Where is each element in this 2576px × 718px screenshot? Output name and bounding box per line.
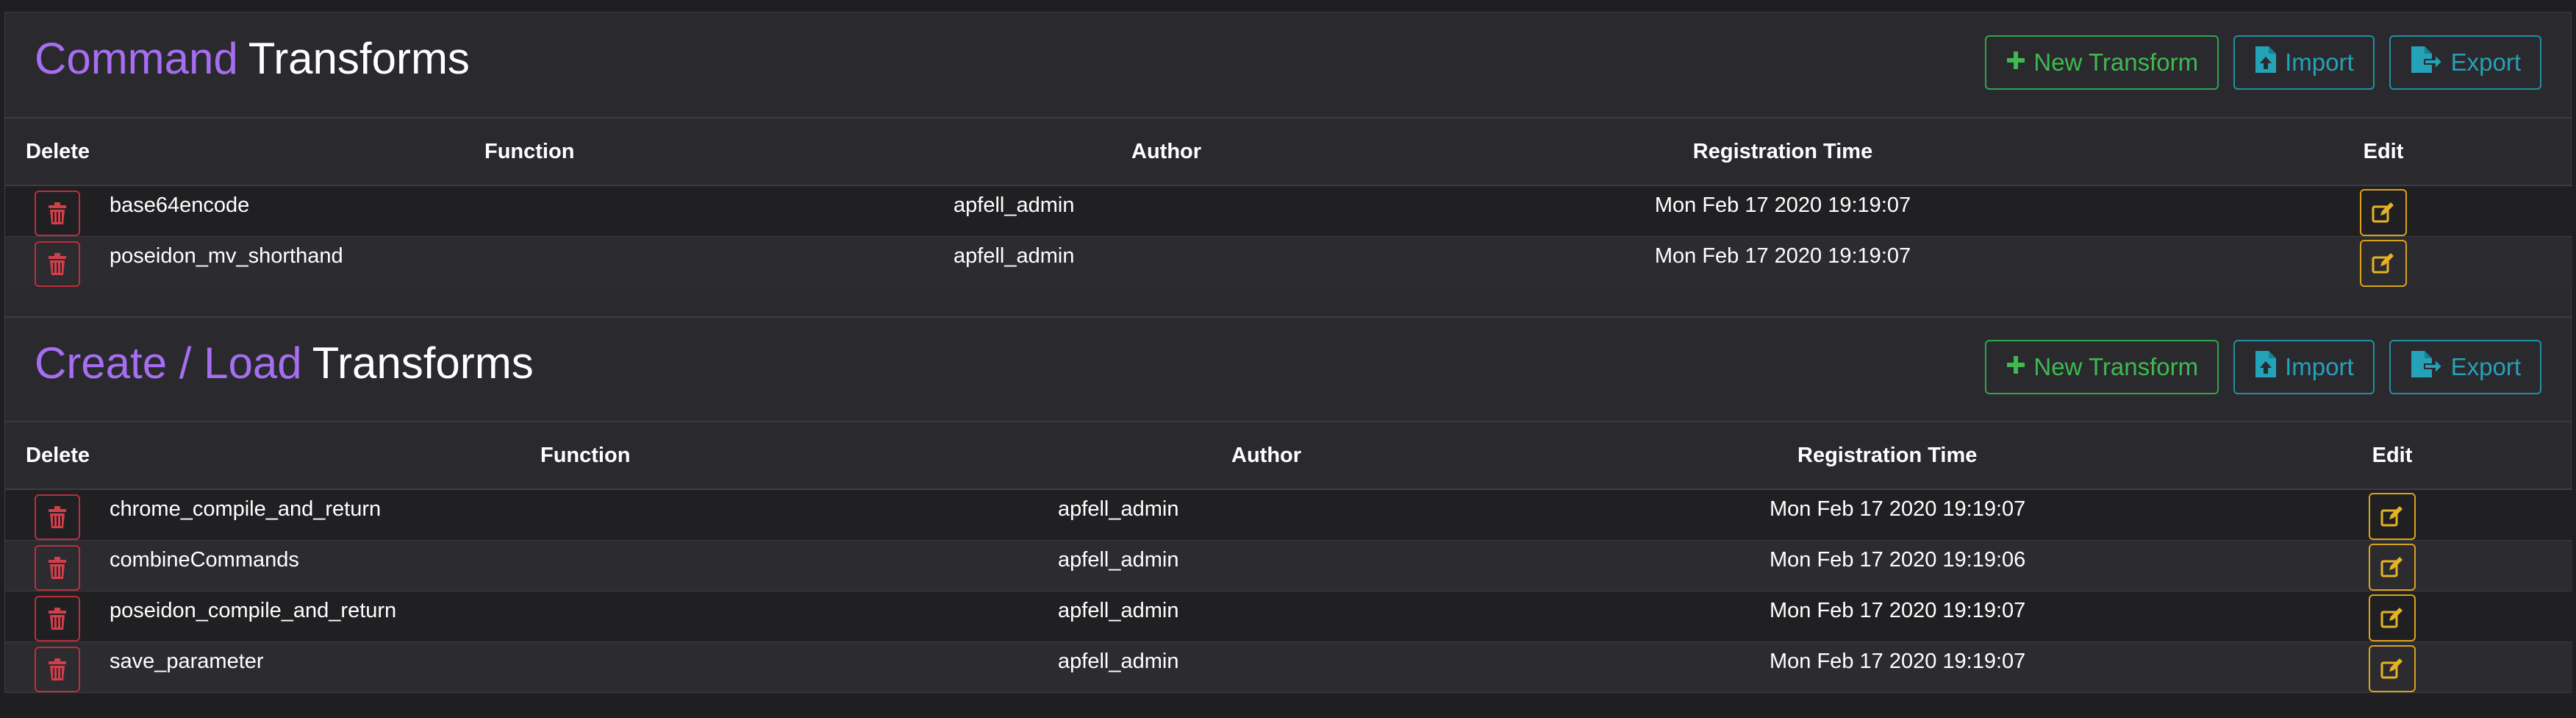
table-header-row: Delete Function Author Registration Time… xyxy=(5,422,2572,490)
registration-time: Mon Feb 17 2020 19:19:07 xyxy=(1477,591,2212,642)
import-label: Import xyxy=(2285,49,2354,76)
import-label: Import xyxy=(2285,353,2354,380)
edit-button[interactable] xyxy=(2369,544,2416,591)
edit-button[interactable] xyxy=(2360,240,2407,287)
delete-button[interactable] xyxy=(35,647,80,692)
table-row: combineCommands apfell_admin Mon Feb 17 … xyxy=(5,540,2572,591)
delete-button[interactable] xyxy=(35,596,80,641)
function-name: poseidon_compile_and_return xyxy=(110,591,1058,642)
transforms-page: CommandTransforms New Transform Import xyxy=(0,0,2576,718)
delete-button[interactable] xyxy=(35,494,80,540)
import-button[interactable]: Import xyxy=(2233,35,2375,90)
registration-time: Mon Feb 17 2020 19:19:07 xyxy=(1371,185,2194,237)
create-load-transforms-title: Create / Load Transforms xyxy=(35,338,534,388)
edit-button[interactable] xyxy=(2369,645,2416,692)
plus-icon xyxy=(2006,353,2026,381)
author: apfell_admin xyxy=(1058,591,1477,642)
function-name: combineCommands xyxy=(110,540,1058,591)
column-header-edit: Edit xyxy=(2212,422,2572,490)
edit-icon xyxy=(2380,658,2403,679)
command-transforms-table: Delete Function Author Registration Time… xyxy=(5,118,2572,287)
column-header-function: Function xyxy=(110,118,954,186)
trash-icon xyxy=(49,202,66,224)
trash-icon xyxy=(49,557,66,579)
edit-icon xyxy=(2380,557,2403,577)
table-row: poseidon_mv_shorthand apfell_admin Mon F… xyxy=(5,236,2572,287)
column-header-delete: Delete xyxy=(5,118,110,186)
function-name: poseidon_mv_shorthand xyxy=(110,236,954,287)
function-name: chrome_compile_and_return xyxy=(110,488,1058,541)
table-row: save_parameter apfell_admin Mon Feb 17 2… xyxy=(5,641,2572,692)
edit-button[interactable] xyxy=(2369,493,2416,540)
create-load-transforms-actions: New Transform Import Export xyxy=(1985,340,2541,394)
registration-time: Mon Feb 17 2020 19:19:07 xyxy=(1477,641,2212,692)
command-transforms-header: CommandTransforms New Transform Import xyxy=(5,13,2571,118)
new-transform-button[interactable]: New Transform xyxy=(1985,35,2219,90)
create-load-transforms-header: Create / Load Transforms New Transform Im… xyxy=(5,318,2571,422)
import-button[interactable]: Import xyxy=(2233,340,2375,394)
delete-button[interactable] xyxy=(35,241,80,287)
title-accent: Create / Load xyxy=(35,338,302,388)
title-main: Transforms xyxy=(312,338,534,388)
new-transform-button[interactable]: New Transform xyxy=(1985,340,2219,394)
author: apfell_admin xyxy=(954,236,1371,287)
title-accent: Command xyxy=(35,33,238,83)
export-label: Export xyxy=(2450,49,2521,76)
function-name: save_parameter xyxy=(110,641,1058,692)
registration-time: Mon Feb 17 2020 19:19:06 xyxy=(1477,540,2212,591)
file-upload-icon xyxy=(2254,349,2278,385)
file-export-icon xyxy=(2410,45,2444,80)
trash-icon xyxy=(49,608,66,630)
command-transforms-panel: CommandTransforms New Transform Import xyxy=(4,12,2572,317)
column-header-delete: Delete xyxy=(5,422,110,490)
edit-button[interactable] xyxy=(2360,189,2407,236)
panel-footer-spacer xyxy=(5,287,2571,316)
edit-icon xyxy=(2380,608,2403,628)
registration-time: Mon Feb 17 2020 19:19:07 xyxy=(1477,488,2212,541)
new-transform-label: New Transform xyxy=(2033,49,2199,76)
new-transform-label: New Transform xyxy=(2033,353,2199,380)
delete-button[interactable] xyxy=(35,191,80,236)
trash-icon xyxy=(49,506,66,528)
trash-icon xyxy=(49,253,66,275)
edit-icon xyxy=(2372,253,2394,274)
author: apfell_admin xyxy=(1058,641,1477,692)
author: apfell_admin xyxy=(954,185,1371,237)
column-header-author: Author xyxy=(954,118,1371,186)
column-header-registration-time: Registration Time xyxy=(1477,422,2212,490)
column-header-function: Function xyxy=(110,422,1058,490)
column-header-author: Author xyxy=(1058,422,1477,490)
export-button[interactable]: Export xyxy=(2389,340,2541,394)
table-row: poseidon_compile_and_return apfell_admin… xyxy=(5,591,2572,642)
export-label: Export xyxy=(2450,353,2521,380)
command-transforms-actions: New Transform Import Export xyxy=(1985,35,2541,90)
registration-time: Mon Feb 17 2020 19:19:07 xyxy=(1371,236,2194,287)
create-load-transforms-panel: Create / Load Transforms New Transform Im… xyxy=(4,317,2572,693)
create-load-transforms-table: Delete Function Author Registration Time… xyxy=(5,422,2572,692)
plus-icon xyxy=(2006,49,2026,77)
table-header-row: Delete Function Author Registration Time… xyxy=(5,118,2572,186)
file-upload-icon xyxy=(2254,45,2278,80)
function-name: base64encode xyxy=(110,185,954,237)
export-button[interactable]: Export xyxy=(2389,35,2541,90)
author: apfell_admin xyxy=(1058,540,1477,591)
column-header-registration-time: Registration Time xyxy=(1371,118,2194,186)
edit-button[interactable] xyxy=(2369,594,2416,641)
edit-icon xyxy=(2372,202,2394,223)
edit-icon xyxy=(2380,506,2403,527)
file-export-icon xyxy=(2410,349,2444,385)
author: apfell_admin xyxy=(1058,488,1477,541)
title-main: Transforms xyxy=(248,33,470,83)
delete-button[interactable] xyxy=(35,545,80,591)
column-header-edit: Edit xyxy=(2194,118,2572,186)
table-row: base64encode apfell_admin Mon Feb 17 202… xyxy=(5,185,2572,237)
table-row: chrome_compile_and_return apfell_admin M… xyxy=(5,488,2572,541)
trash-icon xyxy=(49,658,66,680)
command-transforms-title: Command Transforms xyxy=(35,33,470,84)
